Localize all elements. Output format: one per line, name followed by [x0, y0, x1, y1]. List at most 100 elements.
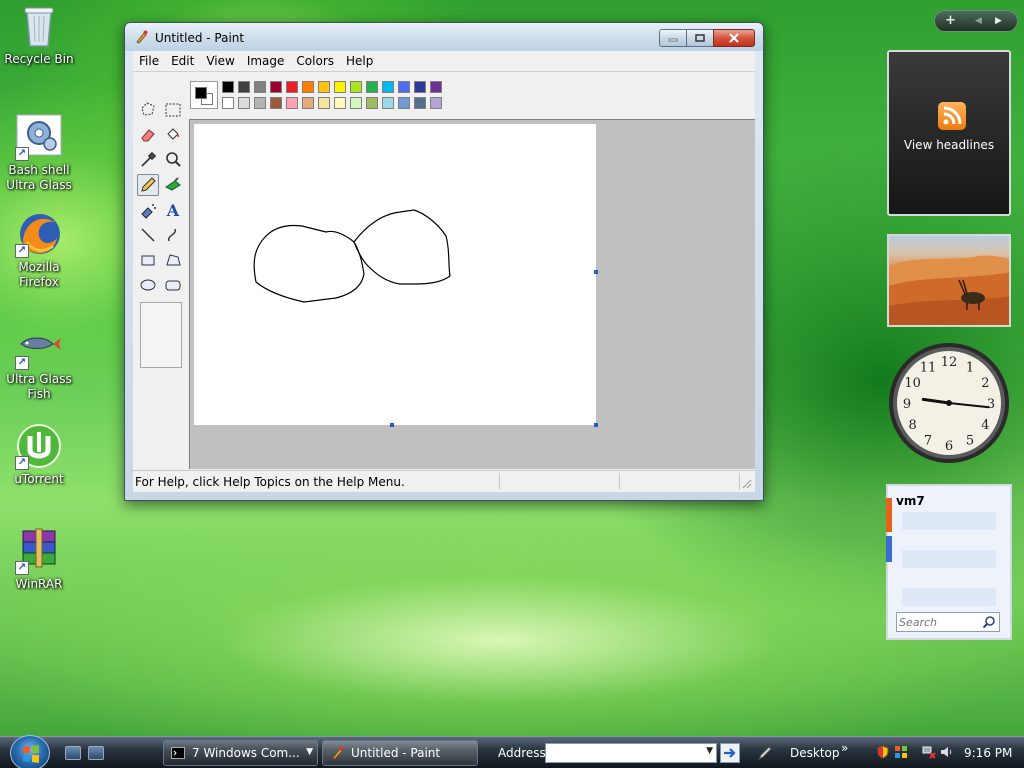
- palette-color-swatch[interactable]: [366, 81, 378, 93]
- palette-color-swatch[interactable]: [318, 97, 330, 109]
- network-disconnected-icon[interactable]: [922, 745, 936, 759]
- feed-headlines-gadget[interactable]: View headlines: [887, 50, 1011, 216]
- palette-color-swatch[interactable]: [270, 81, 282, 93]
- contacts-gadget[interactable]: vm7: [886, 484, 1012, 640]
- tool-ellipse-button[interactable]: [137, 274, 159, 296]
- tool-eraser-button[interactable]: [137, 124, 159, 146]
- menu-edit[interactable]: Edit: [165, 54, 200, 68]
- palette-color-swatch[interactable]: [430, 81, 442, 93]
- canvas-area[interactable]: [189, 119, 755, 469]
- palette-color-swatch[interactable]: [350, 97, 362, 109]
- palette-color-swatch[interactable]: [286, 97, 298, 109]
- resize-handle[interactable]: [594, 423, 598, 427]
- paint-window[interactable]: Untitled - Paint File Edit View Image Co…: [124, 22, 764, 501]
- menu-help[interactable]: Help: [340, 54, 379, 68]
- show-desktop-icon[interactable]: [65, 746, 81, 760]
- palette-color-swatch[interactable]: [398, 81, 410, 93]
- palette-color-swatch[interactable]: [270, 97, 282, 109]
- desktop-icon-firefox[interactable]: ↗ Mozilla Firefox: [0, 210, 78, 290]
- palette-color-swatch[interactable]: [414, 81, 426, 93]
- menu-colors[interactable]: Colors: [290, 54, 340, 68]
- desktop-icon-winrar[interactable]: ↗ WinRAR: [0, 527, 78, 592]
- palette-color-swatch[interactable]: [254, 97, 266, 109]
- taskbar-button-paint[interactable]: Untitled - Paint: [322, 740, 478, 766]
- palette-color-swatch[interactable]: [318, 81, 330, 93]
- palette-color-swatch[interactable]: [334, 97, 346, 109]
- tool-text-button[interactable]: A: [162, 199, 184, 221]
- palette-color-swatch[interactable]: [302, 97, 314, 109]
- resize-handle[interactable]: [390, 423, 394, 427]
- palette-color-swatch[interactable]: [238, 97, 250, 109]
- group-dropdown-icon[interactable]: ▼: [306, 747, 313, 757]
- tool-pencil-button[interactable]: [137, 174, 159, 196]
- tool-line-button[interactable]: [137, 224, 159, 246]
- palette-color-swatch[interactable]: [350, 81, 362, 93]
- tool-brush-button[interactable]: [162, 174, 184, 196]
- palette-color-swatch[interactable]: [414, 97, 426, 109]
- toolbar-chevron[interactable]: »: [841, 741, 848, 755]
- palette-color-swatch[interactable]: [334, 81, 346, 93]
- palette-color-swatch[interactable]: [286, 81, 298, 93]
- contacts-search-box[interactable]: [896, 612, 1000, 632]
- palette-color-swatch[interactable]: [254, 81, 266, 93]
- palette-color-swatch[interactable]: [382, 81, 394, 93]
- pen-icon[interactable]: [757, 745, 773, 761]
- palette-color-swatch[interactable]: [366, 97, 378, 109]
- menu-file[interactable]: File: [133, 54, 165, 68]
- tool-free-form-select-button[interactable]: [137, 99, 159, 121]
- palette-color-swatch[interactable]: [430, 97, 442, 109]
- view-headlines-link[interactable]: View headlines: [889, 138, 1009, 152]
- resize-grip-icon[interactable]: [741, 478, 753, 490]
- tool-magnifier-button[interactable]: [162, 149, 184, 171]
- clock-gadget[interactable]: 12 1 2 3 4 5 6 7 8 9 10 11: [887, 341, 1011, 465]
- search-icon[interactable]: [982, 615, 996, 629]
- taskbar-button-windows-command[interactable]: 7 Windows Com... ▼: [163, 740, 318, 766]
- foreground-color-swatch[interactable]: [195, 87, 207, 99]
- tool-rounded-rectangle-button[interactable]: [162, 274, 184, 296]
- tool-curve-button[interactable]: [162, 224, 184, 246]
- slideshow-gadget[interactable]: [887, 234, 1011, 327]
- address-dropdown-icon[interactable]: ▼: [706, 746, 713, 756]
- desktop-icon-ultra-glass-fish[interactable]: ↗ Ultra Glass Fish: [0, 322, 78, 402]
- tool-color-picker-button[interactable]: [137, 149, 159, 171]
- desktop-icon-recycle-bin[interactable]: Recycle Bin: [0, 2, 78, 67]
- palette-color-swatch[interactable]: [302, 81, 314, 93]
- palette-color-swatch[interactable]: [238, 81, 250, 93]
- palette-color-swatch[interactable]: [382, 97, 394, 109]
- menu-image[interactable]: Image: [241, 54, 291, 68]
- start-button[interactable]: [10, 735, 50, 768]
- tool-airbrush-button[interactable]: [137, 199, 159, 221]
- address-box[interactable]: ▼: [545, 743, 717, 763]
- desktop-icon-bash-shell[interactable]: ↗ Bash shell Ultra Glass: [0, 113, 78, 193]
- tool-select-button[interactable]: [162, 99, 184, 121]
- desktop-toolbar-label[interactable]: Desktop: [790, 746, 840, 760]
- windows-update-icon[interactable]: [894, 745, 908, 759]
- current-colors[interactable]: [190, 81, 218, 109]
- tool-fill-button[interactable]: [162, 124, 184, 146]
- add-gadget-button[interactable]: +: [945, 13, 956, 28]
- palette-color-swatch[interactable]: [398, 97, 410, 109]
- contacts-search-input[interactable]: [899, 614, 979, 630]
- address-go-button[interactable]: [720, 743, 740, 763]
- maximize-button[interactable]: [686, 29, 714, 47]
- switch-windows-icon[interactable]: [88, 746, 104, 760]
- tool-rectangle-button[interactable]: [137, 249, 159, 271]
- shortcut-arrow-icon: ↗: [15, 244, 29, 258]
- tool-polygon-button[interactable]: [162, 249, 184, 271]
- tool-options-box[interactable]: [140, 302, 182, 368]
- minimize-button[interactable]: [659, 29, 687, 47]
- desktop-icon-utorrent[interactable]: ↗ uTorrent: [0, 422, 78, 487]
- menu-view[interactable]: View: [200, 54, 240, 68]
- shield-icon[interactable]: [876, 745, 890, 759]
- address-input[interactable]: [548, 745, 698, 761]
- drawing-canvas[interactable]: [194, 124, 596, 425]
- close-button[interactable]: [713, 29, 755, 47]
- previous-gadgets-button[interactable]: ◀: [975, 16, 982, 26]
- palette-color-swatch[interactable]: [222, 81, 234, 93]
- resize-handle[interactable]: [594, 270, 598, 274]
- taskbar-clock[interactable]: 9:16 PM: [964, 746, 1012, 760]
- volume-icon[interactable]: [940, 745, 954, 759]
- next-gadgets-button[interactable]: ▶: [995, 16, 1002, 26]
- palette-color-swatch[interactable]: [222, 97, 234, 109]
- title-bar[interactable]: Untitled - Paint: [125, 23, 763, 51]
